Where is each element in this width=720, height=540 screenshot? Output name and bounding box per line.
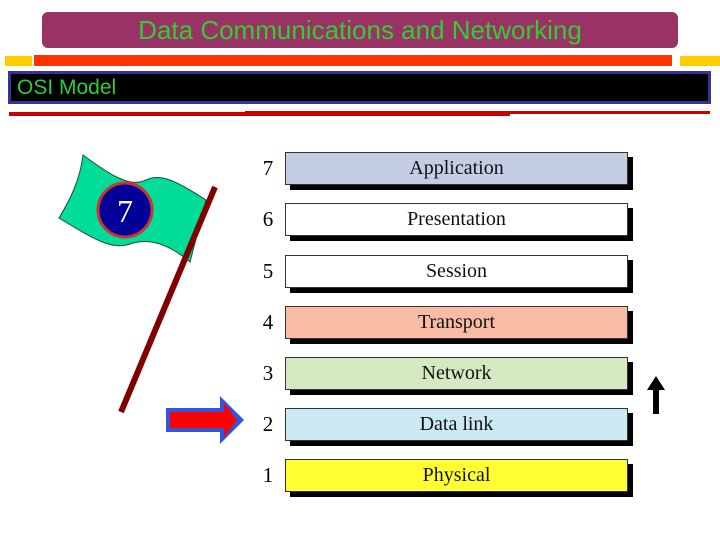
layer-box-physical: Physical xyxy=(285,459,628,492)
layer-number: 4 xyxy=(262,310,274,334)
layer-box-session: Session xyxy=(285,255,628,288)
layer-box-transport: Transport xyxy=(285,306,628,339)
layer-number: 3 xyxy=(262,361,274,385)
layer-number: 6 xyxy=(262,207,274,231)
layer-number: 2 xyxy=(262,412,274,436)
up-arrow-icon xyxy=(647,376,665,414)
layer-box-presentation: Presentation xyxy=(285,203,628,236)
badge-number: 7 xyxy=(117,193,133,229)
right-arrow-icon xyxy=(166,396,244,444)
layer-box-application: Application xyxy=(285,152,628,185)
layer-box-network: Network xyxy=(285,357,628,390)
layer-number: 5 xyxy=(262,259,274,283)
layer-number: 1 xyxy=(262,463,274,487)
layer-box-data-link: Data link xyxy=(285,408,628,441)
layer-number: 7 xyxy=(262,156,274,180)
